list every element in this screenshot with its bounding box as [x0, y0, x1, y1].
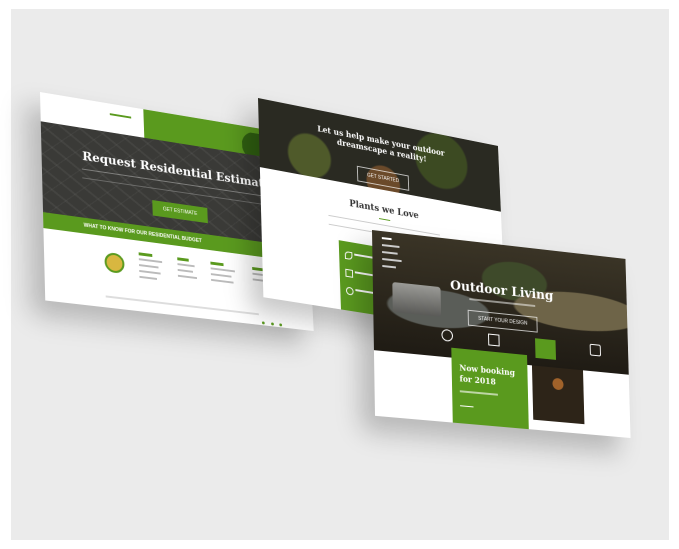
front-nav — [382, 237, 402, 269]
feature-fire-icon[interactable] — [441, 329, 453, 342]
footer-link[interactable] — [178, 275, 197, 279]
plants-underline — [379, 218, 390, 221]
social-icons[interactable] — [260, 312, 283, 331]
footer-col-1 — [139, 252, 163, 280]
social-dot-icon[interactable] — [271, 322, 274, 325]
pot-icon — [345, 269, 353, 278]
badge-logo-icon — [104, 252, 124, 274]
nav-item[interactable] — [382, 258, 401, 262]
left-logo — [110, 113, 132, 126]
footer-link[interactable] — [211, 267, 235, 272]
booking-panel: Now booking for 2018 — [451, 348, 529, 429]
feature-kitchen-icon[interactable] — [535, 338, 556, 360]
footer-link[interactable] — [178, 269, 193, 273]
start-design-button[interactable]: START YOUR DESIGN — [468, 310, 538, 333]
social-dot-icon[interactable] — [279, 323, 282, 326]
left-copyright — [106, 295, 259, 315]
get-estimate-button[interactable]: GET ESTIMATE — [152, 200, 208, 223]
booking-photo — [532, 365, 584, 424]
leaf-icon — [345, 251, 353, 260]
booking-link[interactable] — [460, 402, 473, 407]
footer-link[interactable] — [139, 270, 160, 275]
footer-link[interactable] — [211, 279, 234, 284]
booking-title: Now booking for 2018 — [459, 362, 520, 390]
front-page-mockup: Outdoor Living START YOUR DESIGN Now boo… — [372, 230, 631, 438]
footer-col-3 — [210, 262, 235, 284]
nav-item[interactable] — [382, 251, 398, 255]
footer-link[interactable] — [139, 276, 157, 280]
footer-link[interactable] — [177, 263, 194, 267]
mockup-stage: Request Residential Estimate GET ESTIMAT… — [0, 0, 679, 549]
social-dot-icon[interactable] — [262, 321, 265, 324]
booking-text — [460, 390, 498, 395]
feature-patio-icon[interactable] — [488, 334, 500, 347]
footer-col-2 — [177, 257, 197, 279]
footer-link[interactable] — [211, 273, 232, 278]
feature-light-icon[interactable] — [590, 344, 601, 357]
footer-link[interactable] — [139, 264, 158, 268]
nav-item[interactable] — [382, 237, 392, 240]
tree-icon — [346, 287, 354, 296]
footer-link[interactable] — [139, 258, 162, 263]
nav-item[interactable] — [382, 265, 396, 268]
nav-item[interactable] — [382, 244, 400, 248]
